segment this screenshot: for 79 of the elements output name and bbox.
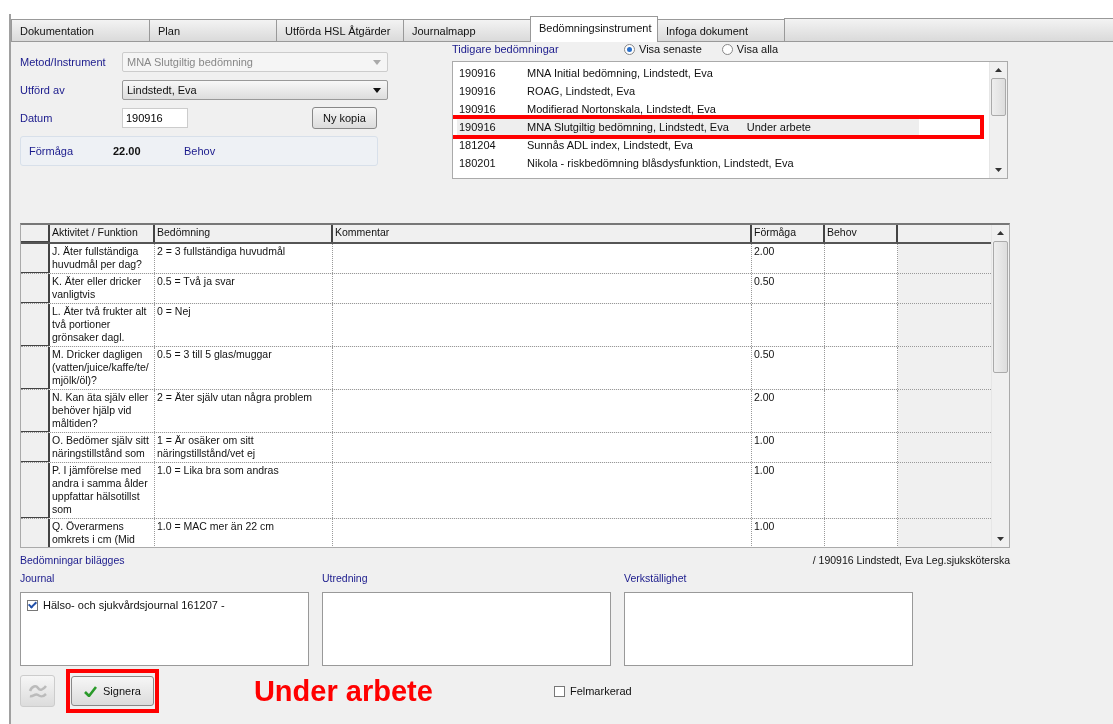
ability-value: 22.00 <box>113 145 142 157</box>
scroll-up-icon[interactable] <box>995 68 1002 72</box>
table-cell: 2 = 3 fullständiga huvudmål <box>155 244 333 273</box>
table-cell: 1.00 <box>752 433 825 462</box>
row-header[interactable] <box>21 463 50 518</box>
status-annotation: Under arbete <box>253 674 434 708</box>
table-cell: N. Kan äta själv eller behöver hjälp vid måltiden? <box>50 390 155 432</box>
table-cell: 1.00 <box>752 463 825 518</box>
row-header[interactable] <box>21 433 50 462</box>
check-icon <box>84 685 97 697</box>
table-cell: O. Bedömer själv sitt näringstillstånd som <box>50 433 155 462</box>
row-header[interactable] <box>21 304 50 346</box>
section-title: Bedömningar bilägges <box>20 554 125 566</box>
scroll-thumb[interactable] <box>991 78 1006 116</box>
table-cell: J. Äter fullständiga huvudmål per dag? <box>50 244 155 273</box>
column-header[interactable]: Aktivitet / Funktion <box>50 225 155 242</box>
date-field[interactable]: 190916 <box>122 108 188 128</box>
list-item[interactable]: 190916 MNA Initial bedömning, Lindstedt, Eva <box>457 64 919 82</box>
tab[interactable]: Plan <box>149 19 277 41</box>
radio-option[interactable]: Visa senaste <box>624 43 702 55</box>
column-header[interactable]: Kommentar <box>333 225 752 242</box>
table-cell: 0.50 <box>752 274 825 303</box>
table-cell: P. I jämförelse med andra i samma ålder uppfattar hälsotillst som <box>50 463 155 518</box>
checkbox-item[interactable]: Hälso- och sjukvårdsjournal 161207 - <box>27 599 302 611</box>
field-label: Utförd av <box>20 84 66 96</box>
table-cell: 2.00 <box>752 390 825 432</box>
checkbox-item[interactable]: Felmarkerad <box>553 685 632 697</box>
table-cell: 0.5 = Två ja svar <box>155 274 333 303</box>
list-item[interactable]: 190916 Modifierad Nortonskala, Lindstedt, Eva <box>457 100 919 118</box>
field-label: Utredning <box>322 572 369 584</box>
tab[interactable]: Infoga dokument <box>657 19 785 41</box>
table-cell: 2 = Äter själv utan några problem <box>155 390 333 432</box>
field-label: Förmåga <box>29 145 75 157</box>
sign-button[interactable]: Signera <box>71 676 154 706</box>
row-header[interactable] <box>21 244 50 273</box>
table-cell: Q. Överarmens omkrets i cm (Mid <box>50 519 155 547</box>
tab[interactable]: Utförda HSL Åtgärder <box>276 19 404 41</box>
scrollbar[interactable] <box>989 62 1007 178</box>
tab[interactable]: Dokumentation <box>11 19 150 41</box>
table-cell: 0.50 <box>752 347 825 389</box>
table-cell: 1.00 <box>752 519 825 547</box>
field-label: Datum <box>20 112 54 124</box>
scrollbar[interactable] <box>991 225 1009 547</box>
column-header[interactable]: Bedömning <box>155 225 333 242</box>
table-cell: 1 = Är osäker om sitt näringstillstånd/vet ej <box>155 433 333 462</box>
field-label: Journal <box>20 572 56 584</box>
section-title: Tidigare bedömningar <box>452 43 560 55</box>
scroll-thumb[interactable] <box>993 241 1008 373</box>
caret-icon <box>373 59 381 65</box>
row-header[interactable] <box>21 274 50 303</box>
performer-dropdown[interactable]: Lindstedt, Eva <box>122 80 388 100</box>
list-item[interactable]: 181204 Sunnås ADL index, Lindstedt, Eva <box>457 136 919 154</box>
table-cell: 1.0 = Lika bra som andras <box>155 463 333 518</box>
row-header[interactable] <box>21 390 50 432</box>
radio-option[interactable]: Visa alla <box>721 43 779 55</box>
table-cell: 1.0 = MAC mer än 22 cm <box>155 519 333 547</box>
copy-button[interactable]: Ny kopia <box>312 107 377 129</box>
tab[interactable]: Bedömningsinstrument <box>530 16 658 42</box>
column-header[interactable]: Förmåga <box>752 225 825 242</box>
table-cell: 0.5 = 3 till 5 glas/muggar <box>155 347 333 389</box>
list-item[interactable]: 180201 Nikola - riskbedömning blåsdysfunktion, Lindstedt, Eva <box>457 154 919 172</box>
signature-text: / 190916 Lindstedt, Eva Leg.sjuksköterska <box>812 554 1010 566</box>
table-cell: L. Äter två frukter alt två portioner grönsaker dagl. <box>50 304 155 346</box>
list-item[interactable]: 190916 ROAG, Lindstedt, Eva <box>457 82 919 100</box>
table-cell: 2.00 <box>752 244 825 273</box>
tab[interactable]: Journalmapp <box>403 19 531 41</box>
field-label: Metod/Instrument <box>20 56 107 68</box>
scroll-down-icon[interactable] <box>995 168 1002 172</box>
caret-icon <box>373 87 381 93</box>
wave-icon <box>26 682 49 700</box>
field-label: Verkställighet <box>624 572 688 584</box>
column-header[interactable]: Behov <box>825 225 898 242</box>
row-header[interactable] <box>21 347 50 389</box>
table-cell: M. Dricker dagligen (vatten/juice/kaffe/te/mjölk/öl)? <box>50 347 155 389</box>
table-cell: K. Äter eller dricker vanligtvis <box>50 274 155 303</box>
scroll-down-icon[interactable] <box>997 537 1004 541</box>
field-label: Behov <box>184 145 216 157</box>
table-cell: 0 = Nej <box>155 304 333 346</box>
scroll-up-icon[interactable] <box>997 231 1004 235</box>
